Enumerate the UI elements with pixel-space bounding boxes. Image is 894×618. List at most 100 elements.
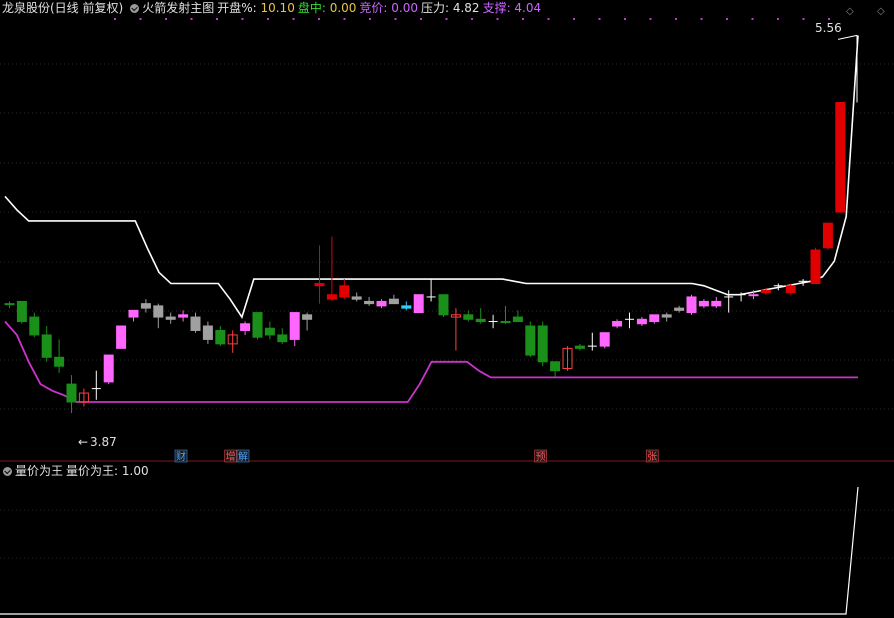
candle-body — [835, 101, 846, 213]
magenta-indicator-line — [4, 320, 858, 403]
diamond-icon[interactable]: ◇ — [877, 6, 885, 17]
event-tag: 解 — [236, 449, 250, 463]
candle-body — [661, 314, 672, 318]
event-tag-text: 解 — [238, 450, 248, 463]
tick-dot — [496, 18, 499, 20]
candle-body — [550, 361, 561, 372]
candle-body — [636, 318, 647, 325]
tick-dot — [420, 18, 422, 20]
candle-body — [128, 309, 139, 318]
candle-body — [190, 316, 201, 331]
candle-body — [649, 314, 660, 323]
candle-body — [240, 323, 251, 331]
tick-dot — [318, 18, 320, 20]
candle-body — [264, 327, 275, 336]
candle-body — [215, 329, 226, 345]
low-price-label: 3.87 — [90, 435, 117, 449]
tick-dot — [445, 18, 448, 20]
candle-body — [388, 298, 399, 305]
diamond-icon[interactable]: ◇ — [846, 6, 854, 17]
candle-body — [314, 283, 325, 287]
candle-body — [785, 285, 796, 293]
candles — [4, 101, 846, 414]
candle-body — [822, 222, 833, 249]
candle-body — [686, 296, 697, 314]
tick-dot — [394, 18, 397, 20]
sub-indicator-line — [0, 486, 859, 615]
candle-body — [537, 325, 548, 363]
candle-body — [326, 294, 337, 300]
candle-body — [525, 325, 536, 356]
candle-body — [574, 345, 585, 349]
tick-dot — [241, 18, 244, 20]
tick-dot — [598, 18, 601, 20]
candle-body — [153, 305, 164, 318]
candle-body — [302, 314, 313, 320]
candle-body — [364, 300, 375, 305]
candle-body — [475, 318, 486, 323]
candle-body — [674, 307, 685, 311]
candle-body — [463, 314, 474, 320]
price-chart[interactable]: 财 增解 预 张 5.56 ← 3.87 ◇ ◇ — [0, 0, 894, 618]
high-price-label: 5.56 — [815, 21, 842, 35]
tick-dot — [165, 18, 167, 20]
candle-body — [29, 316, 40, 336]
candle-body — [413, 294, 424, 314]
candle-body — [41, 334, 52, 358]
candle-body — [438, 294, 449, 316]
candle-body — [339, 285, 350, 298]
sub-indicator-panel — [0, 486, 859, 615]
tick-dot — [369, 18, 371, 20]
tick-dot — [726, 18, 728, 20]
candle-body — [512, 316, 523, 323]
tick-dot — [343, 18, 346, 20]
tick-dot — [267, 18, 269, 20]
tick-dot — [190, 18, 193, 20]
candle-body — [376, 300, 387, 307]
event-tag: 预 — [534, 449, 547, 463]
event-tag-text: 财 — [176, 450, 186, 463]
candle-body — [103, 354, 114, 383]
candle-body — [401, 305, 412, 309]
tick-dot — [802, 18, 805, 20]
high-pointer — [837, 34, 858, 40]
candle-body — [178, 314, 189, 318]
tick-dot — [777, 18, 779, 20]
tick-dot — [649, 18, 652, 20]
tick-dot — [675, 18, 677, 20]
candle-body — [748, 294, 759, 297]
candle-body — [165, 316, 176, 320]
markers: 财 增解 预 张 — [174, 34, 858, 463]
candle-body — [500, 321, 511, 324]
candle-body — [202, 325, 213, 340]
event-tag-text: 张 — [647, 451, 657, 463]
tick-dot — [624, 18, 626, 20]
candle-body — [66, 383, 77, 403]
tick-dot — [114, 18, 116, 20]
tick-dot — [700, 18, 703, 20]
candle-body — [140, 303, 151, 309]
candle-body — [711, 300, 722, 307]
candle-body — [698, 300, 709, 307]
candle-body — [4, 303, 15, 306]
candle-body — [612, 321, 623, 327]
event-tag-text: 预 — [536, 451, 546, 463]
tick-dot — [471, 18, 473, 20]
candle-body — [252, 312, 263, 338]
candle-body — [599, 332, 610, 347]
white-indicator-line — [4, 35, 859, 319]
tick-dot — [139, 18, 142, 20]
low-price-arrow: ← — [78, 435, 88, 449]
tick-dot — [828, 18, 830, 20]
tick-dot — [216, 18, 218, 20]
candle-body — [277, 334, 288, 343]
candle-body — [810, 249, 821, 285]
tick-dot — [547, 18, 550, 20]
tick-dot — [292, 18, 295, 20]
event-tag: 张 — [645, 449, 659, 463]
candle-body — [351, 296, 362, 300]
event-tag-text: 增 — [226, 450, 236, 463]
tick-dot — [751, 18, 754, 20]
candle-body — [289, 312, 300, 340]
candle-body — [116, 325, 127, 349]
